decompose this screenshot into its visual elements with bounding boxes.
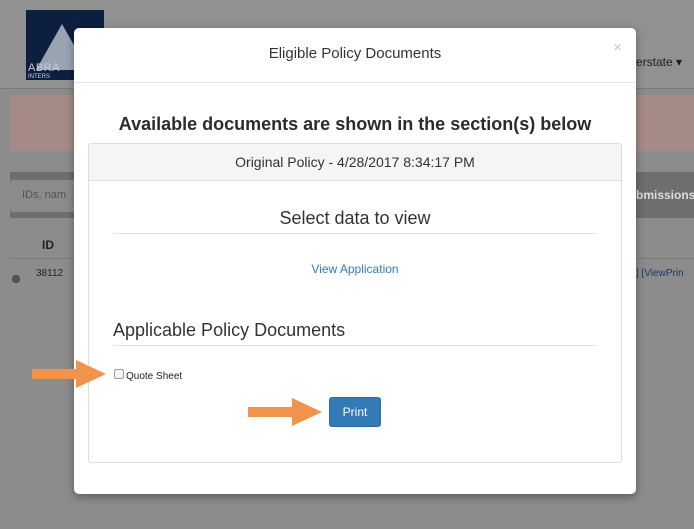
select-data-title: Select data to view	[279, 208, 431, 228]
user-menu[interactable]: erstate ▾	[636, 55, 682, 69]
policy-version-label: Original Policy - 4/28/2017 8:34:17 PM	[235, 154, 475, 170]
print-button[interactable]: Print	[329, 397, 381, 427]
search-input[interactable]: IDs, nam	[10, 180, 80, 212]
user-menu-label: erstate	[636, 55, 673, 69]
view-application-link[interactable]: View Application	[89, 262, 621, 276]
panel-heading: Original Policy - 4/28/2017 8:34:17 PM	[89, 144, 621, 181]
annotation-arrow-icon	[32, 360, 106, 388]
eligible-policy-documents-modal: Eligible Policy Documents × Available do…	[74, 28, 636, 494]
submissions-button[interactable]: bmissions	[636, 188, 694, 202]
close-icon[interactable]: ×	[613, 39, 622, 56]
quote-sheet-label[interactable]: Quote Sheet	[126, 371, 182, 382]
divider	[113, 233, 597, 234]
applicable-documents-title: Applicable Policy Documents	[113, 320, 346, 340]
table-cell-id: 38112	[36, 268, 64, 279]
modal-header: Eligible Policy Documents ×	[74, 28, 636, 83]
annotation-arrow-icon	[248, 398, 322, 426]
logo-text: ABRA	[28, 62, 60, 74]
section-heading: Available documents are shown in the sec…	[118, 114, 592, 134]
table-header-id: ID	[42, 238, 54, 252]
view-print-link[interactable]: ] [ViewPrin	[636, 268, 684, 279]
policy-panel: Original Policy - 4/28/2017 8:34:17 PM S…	[88, 143, 622, 463]
divider	[113, 345, 597, 346]
caret-down-icon: ▾	[676, 55, 683, 69]
logo-subtext: INTERS	[28, 74, 51, 80]
row-radio[interactable]	[12, 275, 20, 283]
quote-sheet-checkbox[interactable]	[114, 369, 124, 379]
modal-title: Eligible Policy Documents	[268, 45, 442, 62]
